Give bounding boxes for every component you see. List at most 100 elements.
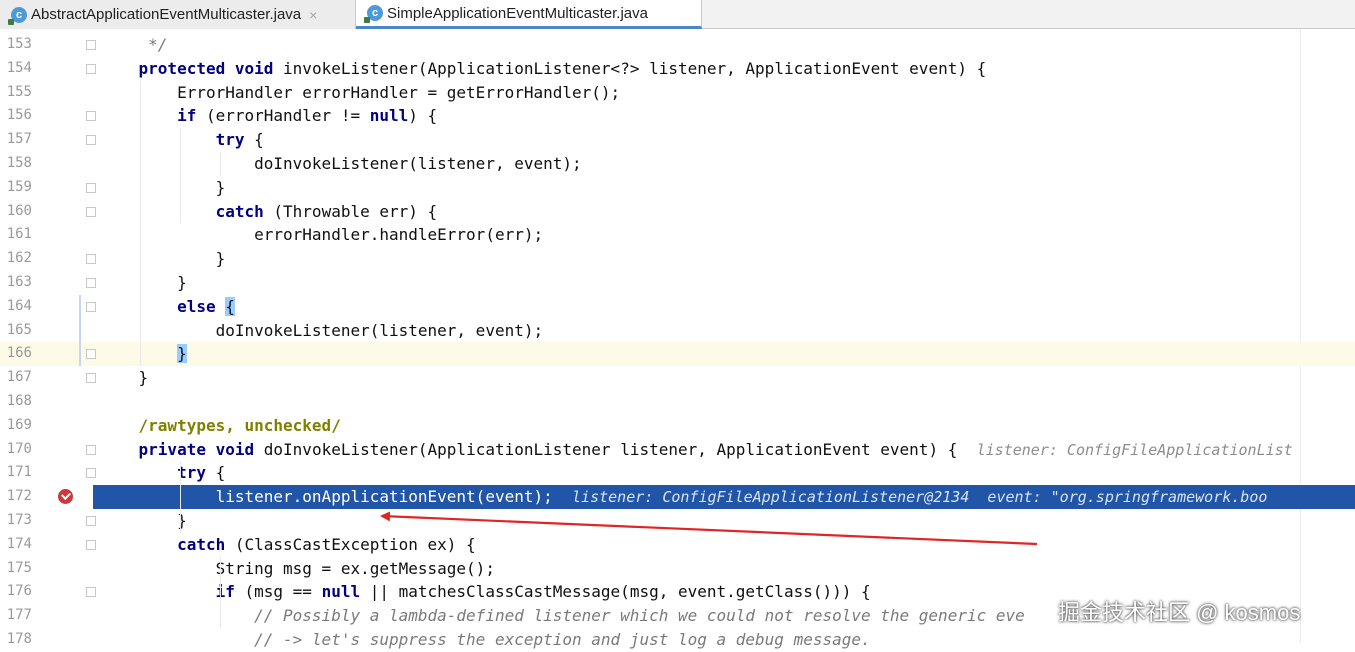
line-number: 157 [6,131,32,148]
fold-marker-icon[interactable] [86,444,96,455]
code-line[interactable]: 174 catch (ClassCastException ex) { [0,533,1355,557]
code-line[interactable]: 175 String msg = ex.getMessage(); [0,557,1355,581]
fold-marker-icon[interactable] [86,468,96,479]
tab-abstract-multicaster[interactable]: c AbstractApplicationEventMulticaster.ja… [0,0,356,29]
fold-marker-icon[interactable] [86,182,96,193]
code-line[interactable]: 154 protected void invokeListener(Applic… [0,57,1355,81]
code-line[interactable]: 160 catch (Throwable err) { [0,200,1355,224]
line-number: 160 [6,202,32,219]
line-number: 178 [6,631,32,647]
code-line[interactable]: 156 if (errorHandler != null) { [0,104,1355,128]
line-number: 168 [6,393,32,409]
watermark: 掘金技术社区 @ kosmos [1058,600,1301,625]
java-class-icon: c [8,6,27,25]
code-text: } [100,368,149,388]
line-number: 169 [6,416,32,433]
code-line[interactable]: 157 try { [0,128,1355,152]
code-text: if (errorHandler != null) { [177,106,438,126]
line-number: 167 [6,369,32,386]
code-text: try { [177,463,226,483]
tab-label: SimpleApplicationEventMulticaster.java [387,4,648,22]
code-text: catch (ClassCastException ex) { [177,534,476,554]
code-line[interactable]: 166 } [0,342,1355,367]
fold-marker-icon[interactable] [86,40,96,50]
tab-simple-multicaster[interactable]: c SimpleApplicationEventMulticaster.java [356,0,702,29]
code-line[interactable]: 159 } [0,176,1355,200]
fold-marker-icon[interactable] [86,254,96,265]
code-text: private void doInvokeListener(Applicatio… [138,439,1293,459]
fold-marker-icon[interactable] [86,516,96,526]
fold-marker-icon[interactable] [86,539,96,550]
breakpoint-icon[interactable] [58,489,73,505]
line-number: 153 [6,36,32,52]
code-text: // -> let's suppress the exception and j… [100,630,871,649]
code-line[interactable]: 164 else { [0,295,1355,319]
code-line[interactable]: 155 ErrorHandler errorHandler = getError… [0,81,1355,105]
code-line[interactable]: 161 errorHandler.handleError(err); [0,223,1355,247]
debug-inline-value: listener: ConfigFileApplicationList [976,440,1293,459]
code-text: doInvokeListener(listener, event); [100,154,582,173]
line-number: 173 [6,512,32,528]
fold-marker-icon[interactable] [86,373,96,384]
line-number: 171 [6,464,32,481]
fold-marker-icon[interactable] [86,135,96,146]
code-text: catch (Throwable err) { [215,201,438,221]
line-number: 155 [6,83,32,100]
java-class-icon: c [364,5,383,23]
code-line[interactable]: 165 doInvokeListener(listener, event); [0,319,1355,343]
tab-label: AbstractApplicationEventMulticaster.java [31,6,302,23]
code-line[interactable]: 178 // -> let's suppress the exception a… [0,628,1355,652]
code-text: if (msg == null || matchesClassCastMessa… [215,582,871,602]
fold-marker-icon[interactable] [86,301,96,312]
code-line[interactable]: 170 private void doInvokeListener(Applic… [0,438,1355,462]
code-text: errorHandler.handleError(err); [100,225,544,245]
code-text: */ [100,35,168,54]
code-text: String msg = ex.getMessage(); [100,558,495,578]
indent-guide [140,80,141,367]
fold-marker-icon[interactable] [86,63,96,74]
code-text: doInvokeListener(listener, event); [100,320,544,340]
editor-tab-bar: c AbstractApplicationEventMulticaster.ja… [0,0,1355,29]
code-text: } [100,249,226,269]
close-icon[interactable]: × [309,7,317,23]
code-text: } [100,177,226,197]
line-number: 177 [6,607,32,624]
line-number: 163 [6,274,32,290]
code-line[interactable]: 167 } [0,366,1355,390]
fold-marker-icon[interactable] [86,587,96,598]
vcs-change-marker[interactable] [79,294,81,367]
code-text: protected void invokeListener(Applicatio… [138,58,987,78]
line-number: 159 [6,178,32,195]
line-number: 158 [6,155,32,171]
code-text: // Possibly a lambda-defined listener wh… [100,606,1025,626]
line-number: 176 [6,583,32,600]
indent-guide [180,461,181,533]
line-number: 174 [6,535,32,552]
code-line[interactable]: 171 try { [0,461,1355,485]
code-text: ErrorHandler errorHandler = getErrorHand… [100,82,621,102]
code-text: else { [177,296,235,316]
code-line[interactable]: 163 } [0,271,1355,295]
code-line[interactable]: 169 /rawtypes, unchecked/ [0,414,1355,438]
debug-inline-value: listener: ConfigFileApplicationListener@… [572,488,1268,507]
fold-marker-icon[interactable] [86,206,96,217]
code-text: } [100,511,187,530]
fold-marker-icon[interactable] [86,111,96,122]
indent-guide [220,152,221,176]
code-text: /rawtypes, unchecked/ [100,415,341,435]
code-text: } [177,344,187,364]
code-line[interactable]: 168 [0,390,1355,414]
fold-marker-icon[interactable] [86,349,96,360]
code-line[interactable]: 153 */ [0,33,1355,57]
indent-guide [180,128,181,224]
code-line[interactable]: 172 listener.onApplicationEvent(event); … [0,485,1355,509]
code-line[interactable]: 158 doInvokeListener(listener, event); [0,152,1355,176]
fold-marker-icon[interactable] [86,278,96,288]
line-number: 170 [6,440,32,457]
code-line[interactable]: 173 } [0,509,1355,533]
code-editor[interactable]: 153 */154 protected void invokeListener(… [0,29,1355,649]
code-line[interactable]: 162 } [0,247,1355,271]
line-number: 156 [6,107,32,124]
code-text: listener.onApplicationEvent(event); list… [100,487,1268,507]
line-number: 166 [6,345,32,362]
